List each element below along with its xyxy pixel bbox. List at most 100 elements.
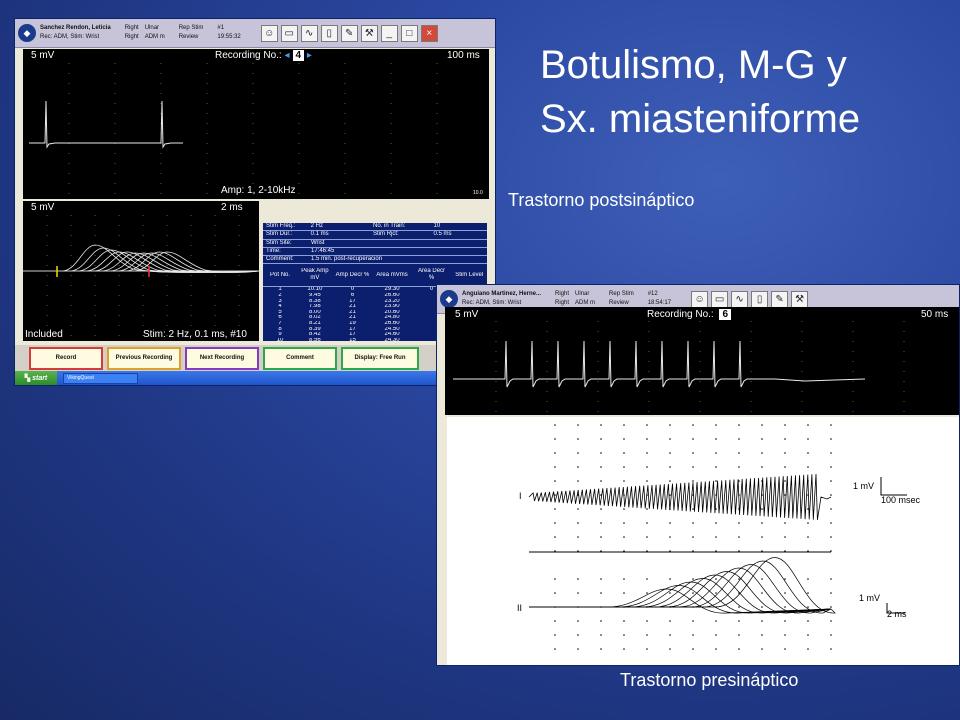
caption-presynaptic: Trastorno presináptico — [620, 670, 799, 690]
clock: 19:55:32 — [217, 34, 241, 40]
scale2-amp: 1 mV — [859, 593, 881, 603]
taskbar: ▚ start VikingQuest — [15, 371, 495, 385]
title-line-2: Sx. miasteniforme — [540, 97, 861, 141]
scale2-time: 2 ms — [887, 609, 907, 619]
record-button[interactable]: Record — [29, 346, 103, 370]
side-1-2: Right — [555, 291, 570, 297]
sweep-label-2: 2 ms — [221, 202, 243, 213]
emg-window-2: ◆ Anguiano Martinez, Herne... Rec: ADM, … — [436, 284, 960, 666]
display-free-run-button[interactable]: Display: Free Run — [341, 346, 419, 370]
waveform-icon[interactable]: ∿ — [731, 290, 749, 308]
table-cell: 15 — [349, 337, 356, 343]
maximize-icon[interactable]: □ — [400, 24, 418, 42]
tools-icon[interactable]: ⚒ — [360, 24, 378, 42]
stim-param-cell: Time: — [266, 247, 281, 254]
stim-param-row: Comment: 1.5 min. post-recuperacion — [263, 256, 487, 265]
muscle-name: ADM m — [144, 34, 165, 40]
trace-panel-3: 5 mV Recording No.: 6 50 ms — [445, 307, 959, 415]
toolbar-2: ☺ ▭ ∿ ▯ ✎ ⚒ — [691, 290, 809, 308]
button-bar: Record Previous Recording Next Recording… — [15, 345, 495, 371]
label-ii: II — [517, 603, 523, 613]
tools-icon[interactable]: ⚒ — [791, 290, 809, 308]
stim-param-cell: 2 Hz — [310, 223, 323, 229]
previous-recording-button[interactable]: Previous Recording — [107, 346, 181, 370]
stim-params: Stim Freq.: 2 Hz No. in Train: 10 Stim Dur.:… — [263, 223, 487, 265]
stim-param-row: Stim Freq.: 2 Hz No. in Train: 10 — [263, 223, 487, 232]
stim-param-cell: 0.1 ms — [310, 231, 329, 238]
edit-icon[interactable]: ✎ — [771, 290, 789, 308]
sensitivity-label: 5 mV — [31, 50, 55, 61]
test-mode-2: Rep Stim — [609, 291, 634, 297]
recording-number-2: 6 — [719, 309, 732, 320]
recording-number-control-2[interactable]: Recording No.: 6 — [647, 309, 732, 320]
included-label: Included — [25, 329, 63, 340]
title-line-1: Botulismo, M-G y — [540, 43, 847, 87]
stim-param-cell: 10 — [433, 223, 441, 229]
dot-grid — [554, 424, 832, 650]
table-header-cell: Amp Decr % — [335, 271, 370, 278]
viking-logo-icon-2: ◆ — [440, 290, 458, 308]
stim-param-cell: Stim Freq.: — [266, 223, 296, 229]
toolbar: ☺ ▭ ∿ ▯ ✎ ⚒ _ □ × — [260, 24, 438, 42]
taskbar-app-item[interactable]: VikingQuest — [63, 373, 138, 384]
review-status: Review — [178, 34, 199, 40]
recording-number-control[interactable]: Recording No.: ◂ 4 ▸ — [215, 50, 312, 61]
stim-param-row: Stim Site: Wrist — [263, 240, 487, 248]
minimize-icon[interactable]: _ — [380, 24, 398, 42]
trace-grid-2 — [23, 215, 259, 341]
stim-param-cell: Stim Rjct: — [373, 231, 399, 238]
table-cell: 8.56 — [309, 337, 321, 343]
patient-name-2: Anguiano Martinez, Herne... — [462, 291, 542, 297]
scale1-time: 100 msec — [881, 495, 921, 505]
next-recording-button[interactable]: Next Recording — [185, 346, 259, 370]
emg-window-1: ◆ Sanchez Rendon, Leticia Rec: ADM, Stim… — [14, 18, 496, 386]
sweep-label-3: 50 ms — [921, 309, 949, 320]
close-icon[interactable]: × — [420, 24, 438, 42]
start-button[interactable]: ▚ start — [15, 371, 57, 385]
trace-waveform-3 — [453, 340, 866, 388]
table-header-cell: Peak Amp mV — [301, 268, 329, 282]
amp-filter-label: Amp: 1, 2-10kHz — [221, 185, 296, 196]
stim-param-cell: Stim Site: — [266, 239, 292, 246]
patient-name: Sanchez Rendon, Leticia — [40, 25, 111, 31]
trace-panel-2: 5 mV 2 ms Included Stim: 2 Hz, 0.1 ms, #… — [23, 201, 259, 341]
page-icon[interactable]: ▯ — [751, 290, 769, 308]
table-header-cell: Stim Level — [455, 271, 484, 278]
trace-panel-1: 5 mV Recording No.: ◂ 4 ▸ 100 ms Amp: 1, … — [23, 49, 489, 199]
trace-waveform-1 — [29, 100, 183, 149]
edit-icon[interactable]: ✎ — [340, 24, 358, 42]
sweep-label: 100 ms — [447, 50, 480, 61]
stim-label: Stim: 2 Hz, 0.1 ms, #10 — [143, 329, 247, 340]
folder-icon[interactable]: ▭ — [280, 24, 298, 42]
rec-info: Rec: ADM, Stim: Wrist — [40, 34, 100, 40]
windows-flag-icon: ▚ — [24, 375, 31, 382]
test-index: #1 — [217, 25, 225, 31]
waveform-icon[interactable]: ∿ — [300, 24, 318, 42]
scale-mark: 10.0 — [473, 190, 483, 196]
trace-grid-3 — [453, 321, 905, 415]
stim-param-row: Time: 17:46:45 — [263, 247, 487, 257]
table-cell: 10 — [276, 337, 284, 343]
people-icon[interactable]: ☺ — [260, 24, 278, 42]
nerve-name: Ulnar — [144, 25, 160, 31]
stim-param-cell: Stim Dur.: — [266, 231, 293, 238]
sensitivity-label-2: 5 mV — [31, 202, 55, 213]
recording-number: 4 — [292, 50, 305, 61]
page-icon[interactable]: ▯ — [320, 24, 338, 42]
nerve-name-2: Ulnar — [575, 291, 590, 297]
test-mode: Rep Stim — [178, 25, 204, 31]
slide-title: Botulismo, M-G y Sx. miasteniforme — [540, 38, 940, 146]
caption-postsynaptic: Trastorno postsináptico — [508, 190, 695, 210]
table-header-cell: Pot No. — [270, 271, 291, 278]
overlay-waveforms — [62, 244, 259, 273]
table-header-cell: Area mVms — [376, 271, 408, 278]
folder-icon[interactable]: ▭ — [711, 290, 729, 308]
patient-header: ◆ Sanchez Rendon, Leticia Rec: ADM, Stim… — [15, 19, 495, 48]
table-header-cell: Area Decr % — [418, 268, 446, 282]
overlay-traces-ii — [529, 557, 836, 614]
comment-button[interactable]: Comment — [263, 346, 337, 370]
people-icon[interactable]: ☺ — [691, 290, 709, 308]
trace-grid-1 — [29, 63, 438, 199]
label-i: I — [519, 491, 522, 501]
stim-param-cell: 1.5 min. post-recuperacion — [311, 256, 383, 263]
